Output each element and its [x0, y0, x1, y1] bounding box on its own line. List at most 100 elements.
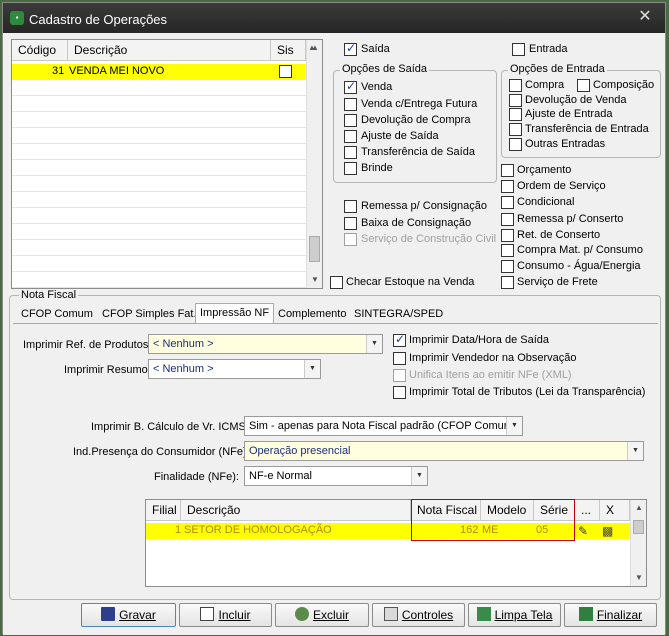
scroll-thumb[interactable]: [309, 236, 320, 262]
opcoes-saida-title: Opções de Saída: [340, 63, 430, 75]
servico-frete-label: Serviço de Frete: [517, 276, 598, 288]
venda-checkbox[interactable]: [344, 79, 357, 94]
scroll-down-icon[interactable]: ▼: [307, 272, 323, 288]
tab-complemento[interactable]: Complemento: [274, 305, 350, 323]
saida-label: Saída: [361, 43, 390, 55]
delete-icon[interactable]: ▩: [602, 524, 613, 538]
grid-scrollbar[interactable]: ▲ ▼: [306, 40, 322, 288]
scroll-up-icon[interactable]: ▲: [631, 500, 647, 516]
imprimir-resumo-select[interactable]: < Nenhum > ▼: [148, 359, 321, 379]
imprimir-resumo-value: < Nenhum >: [153, 363, 214, 375]
entrada-label: Entrada: [529, 43, 568, 55]
app-icon: ▪: [10, 11, 24, 25]
finalizar-button[interactable]: Finalizar: [564, 603, 657, 627]
scroll-up-outer-icon[interactable]: ▲: [308, 43, 316, 52]
chevron-down-icon[interactable]: ▼: [304, 360, 320, 378]
col-descricao[interactable]: Descrição: [68, 40, 271, 61]
scroll-thumb[interactable]: [633, 520, 644, 534]
compra-label: Compra: [525, 79, 565, 91]
presenca-select[interactable]: Operação presencial ▼: [244, 441, 644, 461]
chevron-down-icon[interactable]: ▼: [411, 467, 427, 485]
composicao-checkbox[interactable]: [577, 79, 590, 92]
baixa-consig-checkbox[interactable]: [344, 217, 357, 230]
condicional-checkbox[interactable]: [501, 196, 514, 209]
operations-grid[interactable]: Código Descrição Sis 31 VENDA MEI NOVO ▲…: [11, 39, 323, 289]
tab-impressao-nf[interactable]: Impressão NF: [195, 303, 275, 324]
remessa-conserto-checkbox[interactable]: [501, 213, 514, 226]
ret-conserto-checkbox[interactable]: [501, 229, 514, 242]
chevron-down-icon[interactable]: ▼: [506, 417, 522, 435]
venda-entrega-checkbox[interactable]: [344, 98, 357, 111]
transf-entrada-checkbox[interactable]: [509, 123, 522, 136]
venda-label: Venda: [361, 81, 393, 93]
consumo-label: Consumo - Água/Energia: [517, 260, 641, 272]
transf-entrada-label: Transferência de Entrada: [525, 123, 649, 135]
incluir-button[interactable]: Incluir: [179, 603, 272, 627]
ret-conserto-label: Ret. de Conserto: [517, 229, 601, 241]
imprimir-data-hora-checkbox[interactable]: [393, 332, 406, 347]
filial-scrollbar[interactable]: ▲ ▼: [630, 500, 646, 586]
ordem-servico-checkbox[interactable]: [501, 180, 514, 193]
servico-construcao-checkbox[interactable]: [344, 233, 357, 246]
col-codigo[interactable]: Código: [12, 40, 68, 61]
edit-icon[interactable]: ✎: [578, 524, 588, 538]
ordem-servico-label: Ordem de Serviço: [517, 180, 606, 192]
ajuste-saida-checkbox[interactable]: [344, 130, 357, 143]
opcoes-saida-group: Opções de Saída: [333, 63, 497, 183]
unifica-itens-checkbox[interactable]: [393, 369, 406, 382]
imprimir-data-hora-label: Imprimir Data/Hora de Saída: [409, 334, 549, 346]
outras-entradas-checkbox[interactable]: [509, 138, 522, 151]
gravar-button[interactable]: Gravar: [81, 603, 176, 627]
close-icon[interactable]: ✕: [635, 8, 655, 26]
compra-checkbox[interactable]: [509, 79, 522, 92]
title-bar: ▪ Cadastro de Operações ✕: [3, 3, 665, 33]
controles-button[interactable]: Controles: [372, 603, 465, 627]
presenca-label: Ind.Presença do Consumidor (NFe):: [73, 446, 250, 458]
transf-saida-checkbox[interactable]: [344, 146, 357, 159]
saida-checkbox[interactable]: [344, 41, 357, 56]
col-ellipsis[interactable]: ...: [575, 500, 600, 521]
new-document-icon: [200, 607, 215, 621]
client-area: Código Descrição Sis 31 VENDA MEI NOVO ▲…: [3, 33, 665, 635]
imprimir-resumo-label: Imprimir Resumo:: [64, 364, 151, 376]
entrada-checkbox[interactable]: [512, 43, 525, 56]
chevron-down-icon[interactable]: ▼: [627, 442, 643, 460]
ajuste-entrada-checkbox[interactable]: [509, 108, 522, 121]
icms-select[interactable]: Sim - apenas para Nota Fiscal padrão (CF…: [244, 416, 523, 436]
consumo-checkbox[interactable]: [501, 260, 514, 273]
tab-cfop-simples[interactable]: CFOP Simples Fat.: [98, 305, 201, 323]
composicao-label: Composição: [593, 79, 655, 91]
servico-frete-checkbox[interactable]: [501, 276, 514, 289]
imprimir-vendedor-checkbox[interactable]: [393, 352, 406, 365]
tab-cfop-comum[interactable]: CFOP Comum: [17, 305, 97, 323]
condicional-label: Condicional: [517, 196, 575, 208]
devolucao-venda-checkbox[interactable]: [509, 94, 522, 107]
filial-grid[interactable]: Filial Descrição Nota Fiscal Modelo Séri…: [145, 499, 647, 587]
row-descricao: VENDA MEI NOVO: [69, 65, 165, 77]
col-delete[interactable]: X: [600, 500, 630, 521]
chevron-down-icon[interactable]: ▼: [366, 335, 382, 353]
row-sis-checkbox[interactable]: [279, 65, 292, 78]
col-sis[interactable]: Sis: [271, 40, 306, 61]
devolucao-compra-checkbox[interactable]: [344, 114, 357, 127]
excluir-button[interactable]: Excluir: [275, 603, 369, 627]
brinde-checkbox[interactable]: [344, 162, 357, 175]
scroll-down-icon[interactable]: ▼: [631, 570, 647, 586]
col-descricao[interactable]: Descrição: [181, 500, 411, 521]
tab-sintegra-sped[interactable]: SINTEGRA/SPED: [350, 305, 447, 323]
icms-value: Sim - apenas para Nota Fiscal padrão (CF…: [249, 420, 517, 432]
orcamento-checkbox[interactable]: [501, 164, 514, 177]
table-row[interactable]: 31 VENDA MEI NOVO: [12, 64, 306, 80]
col-filial[interactable]: Filial: [146, 500, 181, 521]
brinde-label: Brinde: [361, 162, 393, 174]
limpa-tela-button[interactable]: Limpa Tela: [468, 603, 561, 627]
imprimir-ref-select[interactable]: < Nenhum > ▼: [148, 334, 383, 354]
imprimir-ref-value: < Nenhum >: [153, 338, 214, 350]
imprimir-tributos-checkbox[interactable]: [393, 386, 406, 399]
devolucao-venda-label: Devolução de Venda: [525, 94, 627, 106]
finalidade-select[interactable]: NF-e Normal ▼: [244, 466, 428, 486]
checar-estoque-checkbox[interactable]: [330, 276, 343, 289]
remessa-consig-checkbox[interactable]: [344, 200, 357, 213]
remessa-consig-label: Remessa p/ Consignação: [361, 200, 487, 212]
compra-mat-checkbox[interactable]: [501, 244, 514, 257]
